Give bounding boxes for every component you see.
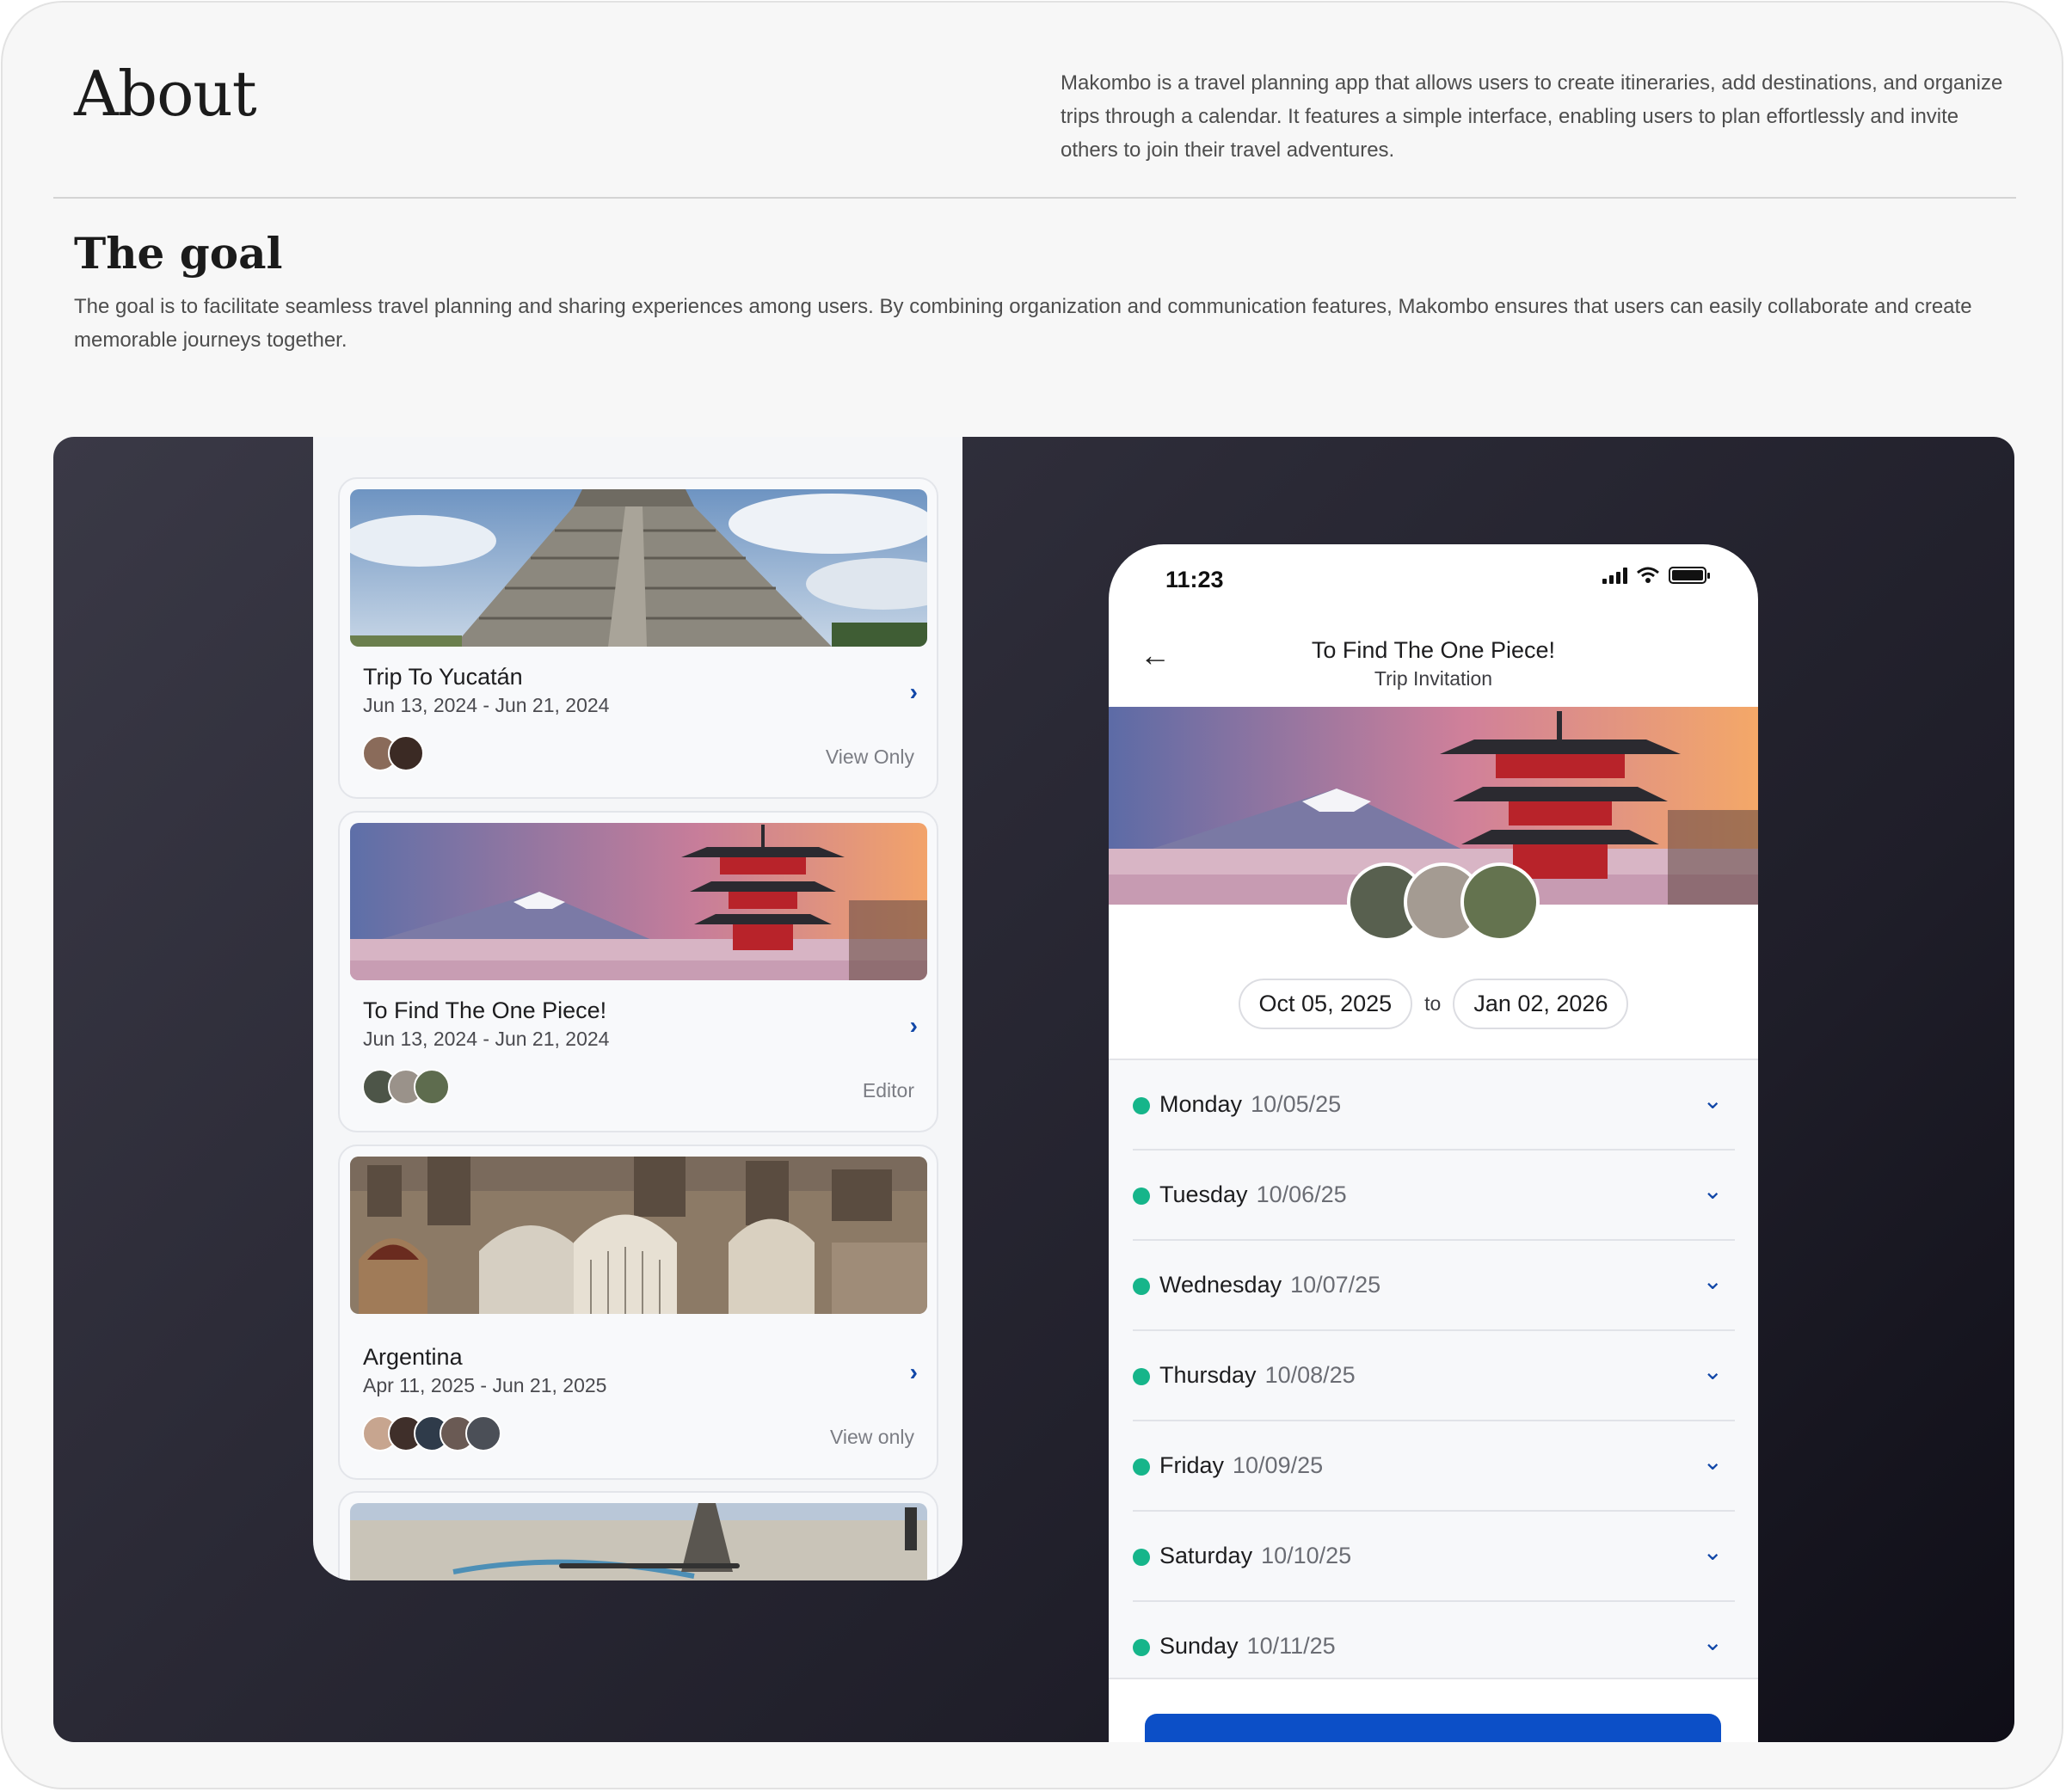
section-divider (53, 197, 2016, 199)
signal-icon (1602, 567, 1627, 584)
member-avatars (362, 1069, 450, 1105)
status-dot (1133, 1278, 1150, 1295)
chevron-down-icon[interactable]: ⌄ (1703, 1267, 1723, 1295)
day-date: 10/11/25 (1246, 1633, 1336, 1659)
day-name: Monday (1159, 1091, 1243, 1117)
date-to-label: to (1424, 992, 1442, 1015)
battery-icon (1669, 567, 1710, 584)
chevron-down-icon[interactable]: ⌄ (1703, 1628, 1723, 1656)
day-name: Wednesday (1159, 1272, 1282, 1298)
day-date: 10/08/25 (1264, 1362, 1356, 1388)
status-dot (1133, 1097, 1150, 1114)
trip-card-yucatan[interactable]: Trip To Yucatán Jun 13, 2024 - Jun 21, 2… (338, 477, 938, 799)
day-date: 10/09/25 (1233, 1452, 1324, 1478)
day-name: Thursday (1159, 1362, 1257, 1388)
status-dot (1133, 1549, 1150, 1566)
trip-dates: Jun 13, 2024 - Jun 21, 2024 (363, 1028, 610, 1050)
day-name: Saturday (1159, 1543, 1253, 1568)
invite-member-avatars (1347, 862, 1540, 942)
day-row-wednesday[interactable]: Wednesday 10/07/25 ⌄ (1133, 1241, 1735, 1331)
status-icons (1602, 567, 1710, 584)
status-dot (1133, 1458, 1150, 1476)
chevron-down-icon[interactable]: ⌄ (1703, 1357, 1723, 1385)
day-name: Friday (1159, 1452, 1225, 1478)
status-dot (1133, 1188, 1150, 1205)
status-time: 11:23 (1165, 567, 1224, 592)
start-date-field[interactable]: Oct 05, 2025 (1238, 979, 1413, 1029)
trip-name: Trip To Yucatán (363, 664, 523, 690)
trip-photo-paris (350, 1503, 927, 1580)
about-title: About (74, 58, 257, 130)
trip-dates: Jun 13, 2024 - Jun 21, 2024 (363, 694, 610, 716)
status-dot (1133, 1368, 1150, 1385)
app-showcase: Trip To Yucatán Jun 13, 2024 - Jun 21, 2… (53, 437, 2014, 1742)
member-avatars (362, 735, 424, 771)
day-date: 10/06/25 (1256, 1181, 1347, 1207)
member-avatars (362, 1415, 501, 1451)
day-row-monday[interactable]: Monday 10/05/25 ⌄ (1133, 1060, 1735, 1151)
day-date: 10/05/25 (1251, 1091, 1342, 1117)
day-row-saturday[interactable]: Saturday 10/10/25 ⌄ (1133, 1512, 1735, 1602)
chevron-down-icon[interactable]: ⌄ (1703, 1176, 1723, 1205)
day-name: Sunday (1159, 1633, 1239, 1659)
trip-photo-fuji-pagoda (350, 823, 927, 980)
goal-title: The goal (74, 228, 283, 279)
primary-action-button[interactable] (1145, 1714, 1721, 1742)
trip-name: To Find The One Piece! (363, 997, 607, 1023)
chevron-right-icon[interactable]: › (910, 1012, 918, 1040)
date-range: Oct 05, 2025 to Jan 02, 2026 (1109, 979, 1758, 1029)
day-name: Tuesday (1159, 1181, 1248, 1207)
trip-list-screen: Trip To Yucatán Jun 13, 2024 - Jun 21, 2… (313, 437, 962, 1580)
avatar (388, 735, 424, 771)
chevron-down-icon[interactable]: ⌄ (1703, 1537, 1723, 1566)
avatar (1460, 862, 1540, 942)
trip-role: Editor (862, 1079, 914, 1102)
day-list: Monday 10/05/25 ⌄ Tuesday 10/06/25 ⌄ Wedne… (1109, 1059, 1758, 1678)
end-date-field[interactable]: Jan 02, 2026 (1453, 979, 1629, 1029)
bottom-action-bar (1109, 1678, 1758, 1742)
about-description: Makombo is a travel planning app that al… (1061, 71, 2003, 162)
trip-photo-buenos-aires (350, 1157, 927, 1314)
trip-name: Argentina (363, 1344, 463, 1370)
avatar (465, 1415, 501, 1451)
chevron-down-icon[interactable]: ⌄ (1703, 1447, 1723, 1476)
trip-card-one-piece[interactable]: To Find The One Piece! Jun 13, 2024 - Ju… (338, 811, 938, 1132)
trip-card-argentina[interactable]: Argentina Apr 11, 2025 - Jun 21, 2025 › … (338, 1145, 938, 1480)
avatar (414, 1069, 450, 1105)
page-card: About Makombo is a travel planning app t… (1, 1, 2063, 1789)
status-dot (1133, 1639, 1150, 1656)
trip-subtitle: Trip Invitation (1374, 667, 1493, 690)
trip-invitation-screen: 11:23 ← To Find The One Piece! Trip Invi… (1109, 544, 1758, 1742)
day-date: 10/10/25 (1261, 1543, 1352, 1568)
wifi-icon (1637, 567, 1659, 583)
trip-photo-pyramid (350, 489, 927, 647)
goal-description: The goal is to facilitate seamless trave… (74, 295, 1972, 352)
day-row-friday[interactable]: Friday 10/09/25 ⌄ (1133, 1421, 1735, 1512)
chevron-down-icon[interactable]: ⌄ (1703, 1086, 1723, 1114)
trip-title: To Find The One Piece! (1311, 637, 1556, 663)
chevron-right-icon[interactable]: › (910, 1359, 918, 1386)
day-row-tuesday[interactable]: Tuesday 10/06/25 ⌄ (1133, 1151, 1735, 1241)
chevron-right-icon[interactable]: › (910, 678, 918, 706)
trip-dates: Apr 11, 2025 - Jun 21, 2025 (363, 1374, 607, 1396)
trip-role: View Only (825, 746, 914, 768)
home-indicator (559, 1563, 740, 1568)
day-date: 10/07/25 (1290, 1272, 1381, 1298)
trip-role: View only (829, 1426, 914, 1448)
day-row-thursday[interactable]: Thursday 10/08/25 ⌄ (1133, 1331, 1735, 1421)
